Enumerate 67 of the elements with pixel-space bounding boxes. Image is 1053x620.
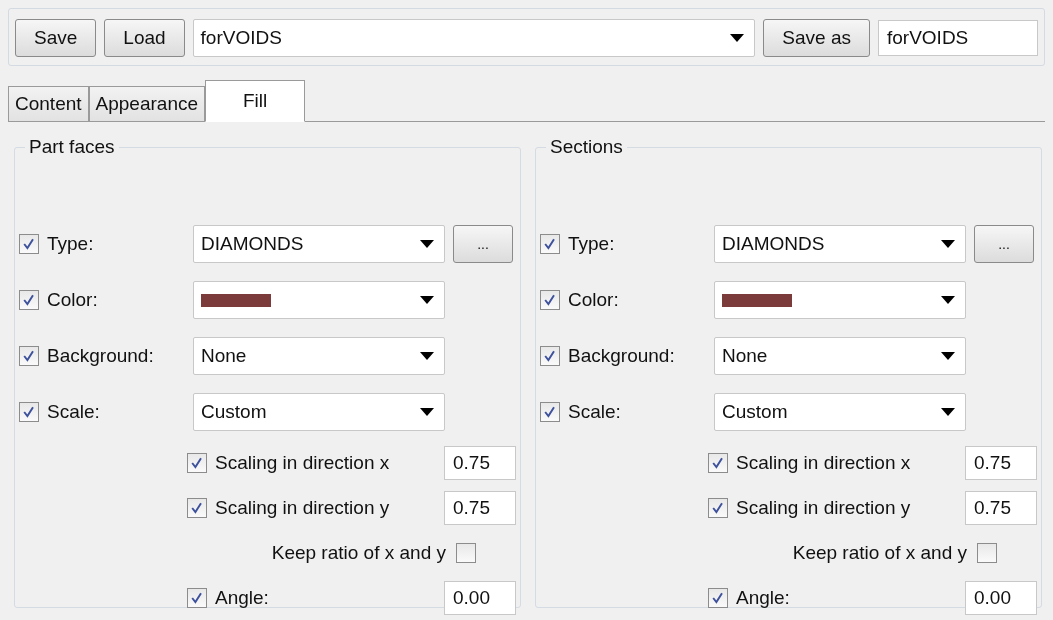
caret-icon (941, 408, 955, 416)
tab[interactable]: Fill (205, 80, 306, 122)
save-button[interactable]: Save (15, 19, 97, 57)
field-label: Type: (47, 233, 95, 255)
checkbox[interactable] (19, 346, 39, 366)
caret-icon (730, 34, 745, 42)
caret-icon (420, 408, 434, 416)
field-label: Scale: (47, 401, 101, 423)
checkbox[interactable] (540, 290, 560, 310)
caret-icon (941, 296, 955, 304)
color-dropdown[interactable] (714, 281, 966, 319)
caret-icon (941, 240, 955, 248)
checkbox[interactable] (187, 452, 207, 473)
number-field[interactable]: 0.00 (444, 580, 516, 615)
field-label: Keep ratio of x and y (270, 541, 446, 564)
name-field[interactable]: forVOIDS (878, 20, 1038, 56)
caret-icon (420, 352, 434, 360)
field-label: Type: (568, 233, 616, 255)
checkbox[interactable] (708, 452, 728, 473)
caret-icon (941, 352, 955, 360)
field-label: Color: (568, 289, 620, 311)
dropdown[interactable]: DIAMONDS (714, 225, 966, 263)
field-label: Scaling in direction y (736, 496, 912, 519)
field-label: Keep ratio of x and y (791, 541, 967, 564)
checkbox[interactable] (187, 587, 207, 608)
color-dropdown[interactable] (193, 281, 445, 319)
field-label: Scaling in direction y (215, 496, 391, 519)
tab[interactable]: Content (8, 86, 89, 122)
field-label: Angle: (215, 586, 270, 609)
field-label: Scaling in direction x (215, 451, 391, 474)
dropdown[interactable]: Custom (193, 393, 445, 431)
dropdown[interactable]: None (714, 337, 966, 375)
group-title: Part faces (28, 136, 116, 158)
checkbox[interactable] (456, 542, 476, 563)
checkbox[interactable] (540, 234, 560, 254)
preset-dropdown[interactable]: forVOIDS (192, 19, 756, 57)
checkbox[interactable] (19, 290, 39, 310)
field-label: Angle: (736, 586, 791, 609)
field-label: Background: (568, 345, 676, 367)
more-button[interactable]: ... (453, 225, 513, 263)
checkbox[interactable] (19, 402, 39, 422)
number-field[interactable]: 0.75 (965, 445, 1037, 480)
checkbox[interactable] (540, 402, 560, 422)
number-field[interactable]: 0.75 (965, 490, 1037, 525)
number-field[interactable]: 0.75 (444, 445, 516, 480)
checkbox[interactable] (708, 497, 728, 518)
field-label: Background: (47, 345, 155, 367)
caret-icon (420, 296, 434, 304)
number-field[interactable]: 0.00 (965, 580, 1037, 615)
group-title: Sections (549, 136, 624, 158)
field-label: Scaling in direction x (736, 451, 912, 474)
dropdown[interactable]: None (193, 337, 445, 375)
field-label: Color: (47, 289, 99, 311)
number-field[interactable]: 0.75 (444, 490, 516, 525)
load-button[interactable]: Load (104, 19, 185, 57)
dropdown[interactable]: Custom (714, 393, 966, 431)
field-label: Scale: (568, 401, 622, 423)
save-as-button[interactable]: Save as (763, 19, 870, 57)
caret-icon (420, 240, 434, 248)
more-button[interactable]: ... (974, 225, 1034, 263)
dropdown[interactable]: DIAMONDS (193, 225, 445, 263)
tab[interactable]: Appearance (88, 86, 205, 122)
checkbox[interactable] (708, 587, 728, 608)
checkbox[interactable] (540, 346, 560, 366)
checkbox[interactable] (977, 542, 997, 563)
checkbox[interactable] (187, 497, 207, 518)
checkbox[interactable] (19, 234, 39, 254)
